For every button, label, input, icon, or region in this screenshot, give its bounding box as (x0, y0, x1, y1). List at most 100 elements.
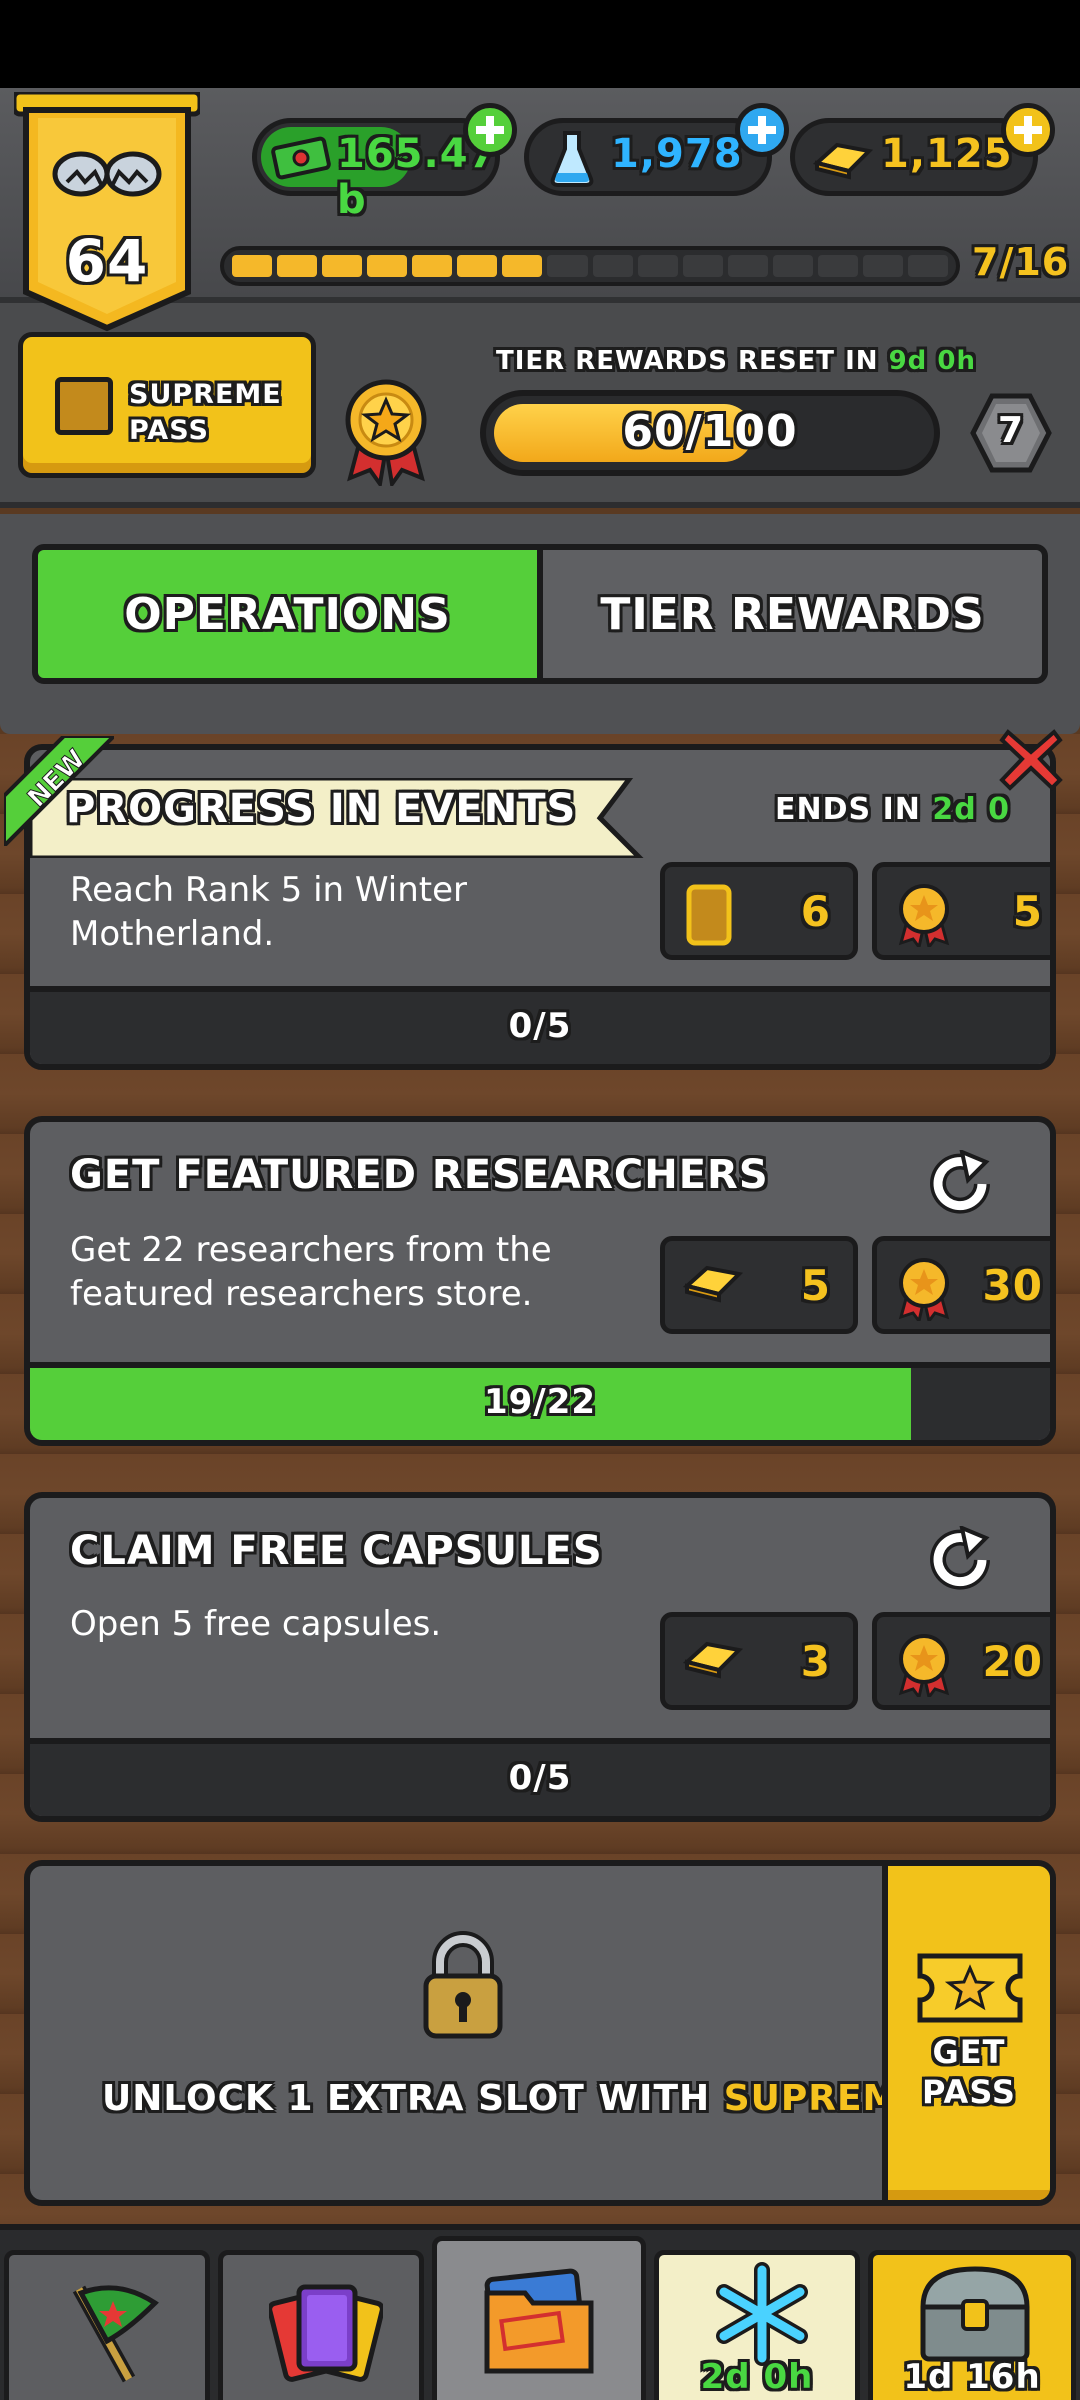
get-pass-label: GET PASS (922, 2033, 1016, 2111)
operation-card-researchers: GET FEATURED RESEARCHERS Get 22 research… (24, 1116, 1056, 1446)
add-gold-button[interactable] (1001, 103, 1055, 157)
card-description: Reach Rank 5 in Winter Motherland. (70, 870, 467, 954)
progress-bar: 19/22 (30, 1362, 1050, 1440)
progress-text: 0/5 (508, 1006, 572, 1046)
xp-segment (682, 255, 723, 277)
event-timer: 2d 0h (700, 2357, 814, 2397)
medal-icon (345, 379, 427, 486)
ends-label: ENDS IN (775, 792, 921, 827)
flask-icon (550, 131, 594, 187)
event-ends-in: ENDS IN 2d 0 (775, 792, 1010, 827)
xp-segment (907, 255, 948, 277)
refresh-icon[interactable] (926, 1526, 994, 1594)
reward-medal: 20 (872, 1612, 1050, 1710)
supreme-pass-icon (55, 377, 113, 435)
gold-bar-icon (683, 1265, 743, 1303)
tier-reset-title: TIER REWARDS RESET IN 9d 0h (496, 346, 976, 376)
xp-segment (232, 255, 273, 277)
status-bar (0, 0, 1080, 88)
pass-card-icon (686, 884, 732, 946)
ends-time: 2d 0 (932, 792, 1010, 827)
gold-value: 1,125 (881, 131, 1013, 177)
nav-winter-event[interactable]: 2d 0h (654, 2250, 860, 2400)
card-title: PROGRESS IN EVENTS (66, 786, 577, 832)
bottom-nav: 2d 0h 1d 16h (0, 2224, 1080, 2400)
xp-segment (367, 255, 408, 277)
xp-segment (277, 255, 318, 277)
supreme-pass-button[interactable]: SUPREME PASS (18, 332, 316, 478)
reward-amount: 6 (800, 887, 831, 936)
operation-card-events: PROGRESS IN EVENTS ENDS IN 2d 0 Reach Ra… (24, 744, 1056, 1070)
progress-bar: 0/5 (30, 1738, 1050, 1816)
science-value: 1,978 (611, 131, 743, 177)
nav-chest[interactable]: 1d 16h (868, 2250, 1076, 2400)
reward-medal: 30 (872, 1236, 1050, 1334)
tabs-panel: OPERATIONS TIER REWARDS (0, 514, 1080, 734)
reward-amount: 30 (982, 1261, 1043, 1310)
card-description: Get 22 researchers from the featured res… (70, 1230, 552, 1314)
medal-icon (898, 884, 950, 947)
reward-amount: 3 (800, 1637, 831, 1686)
add-cash-button[interactable] (463, 103, 517, 157)
lock-icon (423, 1931, 503, 2039)
snowflake-icon (716, 2262, 808, 2366)
tab-operations[interactable]: OPERATIONS (38, 550, 543, 678)
medal-icon (898, 1634, 950, 1697)
xp-segment (862, 255, 903, 277)
unlock-message-text: UNLOCK 1 EXTRA SLOT WITH (102, 2078, 711, 2119)
locked-slot-card: UNLOCK 1 EXTRA SLOT WITH SUPREME PASS GE… (24, 1860, 1056, 2206)
tier-progress-text: 60/100 (622, 406, 798, 457)
rank-badge[interactable]: 64 (14, 92, 200, 332)
nav-cards[interactable] (218, 2250, 424, 2400)
nav-operations[interactable] (432, 2236, 646, 2400)
cash-counter[interactable]: 165.47 b (252, 103, 517, 223)
new-badge: NEW (4, 736, 114, 846)
xp-segment (457, 255, 498, 277)
medal-icon (898, 1258, 950, 1321)
progress-bar: 0/5 (30, 986, 1050, 1064)
nav-battle[interactable] (4, 2250, 210, 2400)
rank-ribbon-icon (14, 92, 200, 332)
card-title: GET FEATURED RESEARCHERS (70, 1152, 769, 1198)
supreme-pass-label: SUPREME PASS (129, 379, 282, 446)
operation-card-capsules: CLAIM FREE CAPSULES Open 5 free capsules… (24, 1492, 1056, 1822)
tier-level: 7 (997, 410, 1025, 451)
tier-reset-label: TIER REWARDS RESET IN (496, 346, 879, 376)
tier-progress-bar: 60/100 (480, 390, 940, 476)
gold-bar-icon (813, 142, 873, 180)
reward-pass-point: 6 (660, 862, 858, 960)
chest-icon (920, 2266, 1030, 2362)
reward-amount: 5 (1012, 887, 1043, 936)
tab-bar: OPERATIONS TIER REWARDS (32, 544, 1048, 684)
folder-icon (484, 2268, 594, 2374)
card-title: CLAIM FREE CAPSULES (70, 1528, 603, 1574)
close-icon[interactable] (996, 724, 1066, 794)
science-counter[interactable]: 1,978 (524, 103, 789, 196)
xp-segment (322, 255, 363, 277)
ticket-icon (917, 1953, 1023, 2023)
reward-amount: 5 (800, 1261, 831, 1310)
progress-text: 0/5 (508, 1758, 572, 1798)
reward-medal: 5 (872, 862, 1050, 960)
tier-reset-time: 9d 0h (888, 346, 976, 376)
xp-segment (772, 255, 813, 277)
cards-icon (269, 2284, 383, 2382)
get-pass-button[interactable]: GET PASS (882, 1866, 1050, 2200)
cash-icon (271, 136, 331, 180)
reward-gold: 3 (660, 1612, 858, 1710)
xp-progress-text: 7/16 (972, 240, 1070, 284)
xp-segment (547, 255, 588, 277)
xp-segment (727, 255, 768, 277)
xp-segment (592, 255, 633, 277)
rank-level: 64 (65, 227, 149, 295)
progress-text: 19/22 (483, 1382, 597, 1422)
add-science-button[interactable] (735, 103, 789, 157)
tab-tier-rewards[interactable]: TIER REWARDS (543, 550, 1042, 678)
gold-bar-icon (683, 1641, 743, 1679)
xp-progress-bar (220, 246, 960, 286)
refresh-icon[interactable] (926, 1150, 994, 1218)
flag-icon (72, 2285, 159, 2383)
gold-counter[interactable]: 1,125 (790, 103, 1055, 196)
xp-segment (817, 255, 858, 277)
reward-gold: 5 (660, 1236, 858, 1334)
